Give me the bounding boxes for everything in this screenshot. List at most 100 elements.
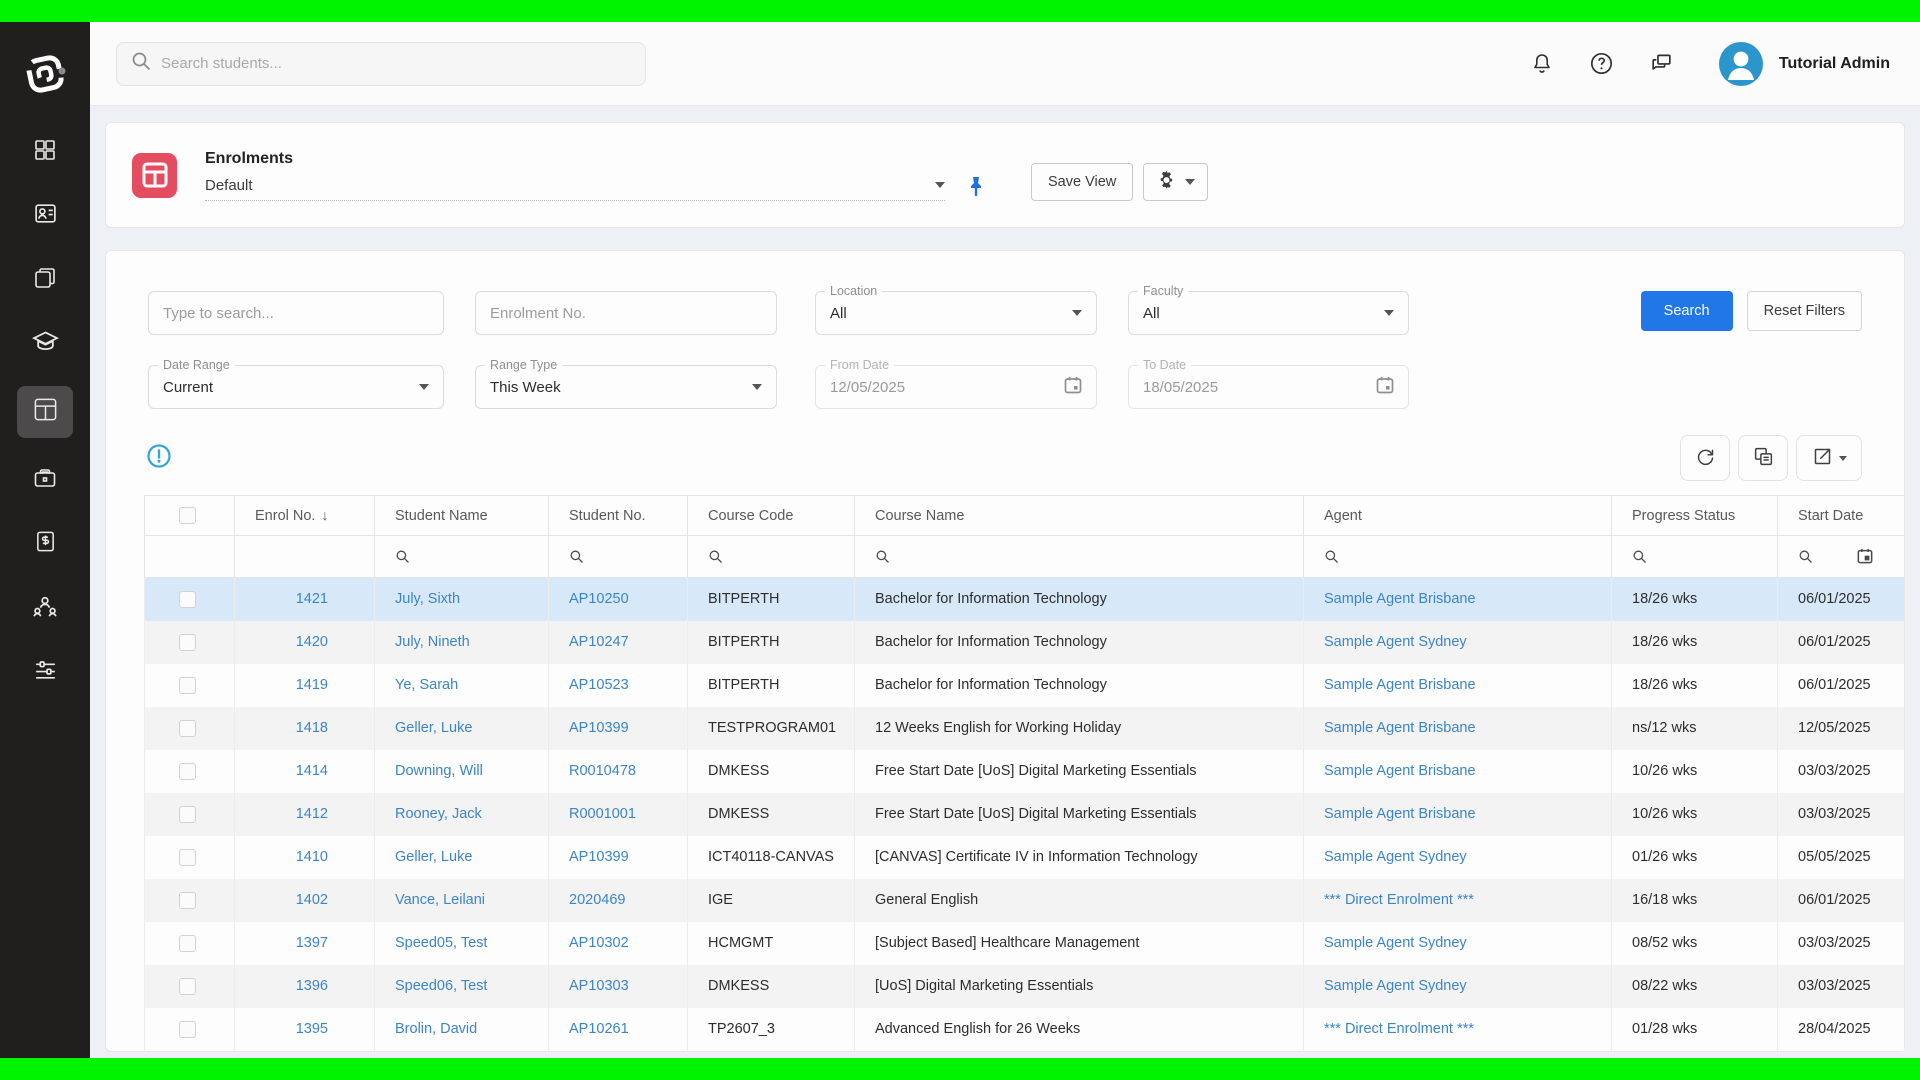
student-name-link[interactable]: Rooney, Jack: [395, 806, 482, 822]
table-row[interactable]: 1410Geller, LukeAP10399ICT40118-CANVAS[C…: [145, 836, 1905, 879]
row-checkbox[interactable]: [179, 763, 196, 780]
student-no-link[interactable]: AP10399: [569, 720, 629, 736]
reset-filters-button[interactable]: Reset Filters: [1747, 291, 1862, 331]
agent-link[interactable]: Sample Agent Brisbane: [1324, 806, 1476, 822]
table-row[interactable]: 1419Ye, SarahAP10523BITPERTHBachelor for…: [145, 664, 1905, 707]
table-row[interactable]: 1420July, NinethAP10247BITPERTHBachelor …: [145, 621, 1905, 664]
student-no-link[interactable]: AP10303: [569, 978, 629, 994]
info-icon[interactable]: [146, 443, 172, 474]
student-name-link[interactable]: July, Sixth: [395, 591, 460, 607]
sidebar-item-contacts[interactable]: [17, 194, 73, 238]
location-select[interactable]: Location All: [815, 291, 1097, 335]
save-view-button[interactable]: Save View: [1031, 163, 1133, 201]
search-icon[interactable]: [395, 548, 410, 565]
date-range-select[interactable]: Date Range Current: [148, 365, 444, 409]
col-header-enrol-no[interactable]: Enrol No.↓: [235, 496, 375, 536]
enrol-no-link[interactable]: 1414: [296, 763, 328, 779]
row-checkbox[interactable]: [179, 677, 196, 694]
enrol-no-link[interactable]: 1395: [296, 1021, 328, 1037]
agent-link[interactable]: Sample Agent Sydney: [1324, 634, 1467, 650]
table-row[interactable]: 1421July, SixthAP10250BITPERTHBachelor f…: [145, 578, 1905, 621]
bell-icon[interactable]: [1529, 51, 1555, 77]
table-row[interactable]: 1418Geller, LukeAP10399TESTPROGRAM0112 W…: [145, 707, 1905, 750]
col-header-course-name[interactable]: Course Name: [855, 496, 1304, 536]
pin-icon[interactable]: [967, 175, 985, 202]
row-checkbox[interactable]: [179, 806, 196, 823]
enrol-no-link[interactable]: 1421: [296, 591, 328, 607]
table-row[interactable]: 1396Speed06, TestAP10303DMKESS[UoS] Digi…: [145, 965, 1905, 1008]
view-settings-button[interactable]: [1143, 163, 1208, 201]
user-menu[interactable]: Tutorial Admin: [1719, 42, 1890, 86]
student-no-link[interactable]: R0001001: [569, 806, 636, 822]
student-no-link[interactable]: AP10523: [569, 677, 629, 693]
search-icon[interactable]: [1632, 548, 1647, 565]
enrol-no-link[interactable]: 1418: [296, 720, 328, 736]
calendar-icon[interactable]: [1813, 548, 1873, 566]
student-name-link[interactable]: Ye, Sarah: [395, 677, 458, 693]
col-header-course-code[interactable]: Course Code: [688, 496, 855, 536]
row-checkbox[interactable]: [179, 634, 196, 651]
enrol-no-link[interactable]: 1396: [296, 978, 328, 994]
agent-link[interactable]: Sample Agent Brisbane: [1324, 720, 1476, 736]
student-name-link[interactable]: July, Nineth: [395, 634, 470, 650]
sidebar-item-documents[interactable]: [17, 258, 73, 302]
col-header-agent[interactable]: Agent: [1304, 496, 1612, 536]
enrol-no-link[interactable]: 1402: [296, 892, 328, 908]
sidebar-item-courses[interactable]: [17, 322, 73, 366]
search-icon[interactable]: [875, 548, 890, 565]
student-name-link[interactable]: Speed06, Test: [395, 978, 487, 994]
student-no-link[interactable]: R0010478: [569, 763, 636, 779]
agent-link[interactable]: *** Direct Enrolment ***: [1324, 892, 1474, 908]
col-header-student-no[interactable]: Student No.: [549, 496, 688, 536]
col-header-progress-status[interactable]: Progress Status: [1612, 496, 1778, 536]
row-checkbox[interactable]: [179, 720, 196, 737]
student-name-link[interactable]: Vance, Leilani: [395, 892, 485, 908]
agent-link[interactable]: Sample Agent Sydney: [1324, 978, 1467, 994]
enrol-no-link[interactable]: 1419: [296, 677, 328, 693]
copy-button[interactable]: [1738, 435, 1788, 481]
select-all-checkbox[interactable]: [179, 507, 196, 524]
search-icon[interactable]: [1324, 548, 1339, 565]
row-checkbox[interactable]: [179, 849, 196, 866]
sidebar-item-settings[interactable]: [17, 650, 73, 694]
student-name-link[interactable]: Speed05, Test: [395, 935, 487, 951]
row-checkbox[interactable]: [179, 591, 196, 608]
col-header-start-date[interactable]: Start Date: [1778, 496, 1905, 536]
table-row[interactable]: 1402Vance, Leilani2020469IGEGeneral Engl…: [145, 879, 1905, 922]
avatar[interactable]: [1719, 42, 1763, 86]
table-row[interactable]: 1412Rooney, JackR0001001DMKESSFree Start…: [145, 793, 1905, 836]
agent-link[interactable]: Sample Agent Sydney: [1324, 935, 1467, 951]
search-icon[interactable]: [569, 548, 584, 565]
search-icon[interactable]: [708, 548, 723, 565]
table-row[interactable]: 1397Speed05, TestAP10302HCMGMT[Subject B…: [145, 922, 1905, 965]
to-date-field[interactable]: To Date 18/05/2025: [1128, 365, 1409, 409]
table-row[interactable]: 1414Downing, WillR0010478DMKESSFree Star…: [145, 750, 1905, 793]
global-search-input[interactable]: [161, 55, 631, 72]
enrolment-no-input[interactable]: [490, 305, 762, 322]
agent-link[interactable]: Sample Agent Brisbane: [1324, 763, 1476, 779]
export-button[interactable]: [1796, 435, 1862, 481]
student-name-link[interactable]: Geller, Luke: [395, 720, 472, 736]
student-no-link[interactable]: AP10261: [569, 1021, 629, 1037]
enrol-no-link[interactable]: 1412: [296, 806, 328, 822]
row-checkbox[interactable]: [179, 935, 196, 952]
search-icon[interactable]: [1798, 548, 1813, 566]
chat-icon[interactable]: [1649, 51, 1675, 77]
sidebar-item-briefcase[interactable]: [17, 458, 73, 502]
help-icon[interactable]: [1589, 51, 1615, 77]
student-no-link[interactable]: AP10302: [569, 935, 629, 951]
col-header-student-name[interactable]: Student Name: [375, 496, 549, 536]
agent-link[interactable]: Sample Agent Brisbane: [1324, 677, 1476, 693]
sidebar-item-enrolments[interactable]: [17, 386, 73, 438]
range-type-select[interactable]: Range Type This Week: [475, 365, 777, 409]
text-search-input[interactable]: [163, 305, 429, 322]
student-no-link[interactable]: AP10399: [569, 849, 629, 865]
agent-link[interactable]: Sample Agent Brisbane: [1324, 591, 1476, 607]
enrol-no-link[interactable]: 1420: [296, 634, 328, 650]
faculty-select[interactable]: Faculty All: [1128, 291, 1409, 335]
row-checkbox[interactable]: [179, 892, 196, 909]
agent-link[interactable]: *** Direct Enrolment ***: [1324, 1021, 1474, 1037]
enrolment-no-field[interactable]: [475, 291, 777, 335]
student-no-link[interactable]: AP10247: [569, 634, 629, 650]
row-checkbox[interactable]: [179, 978, 196, 995]
